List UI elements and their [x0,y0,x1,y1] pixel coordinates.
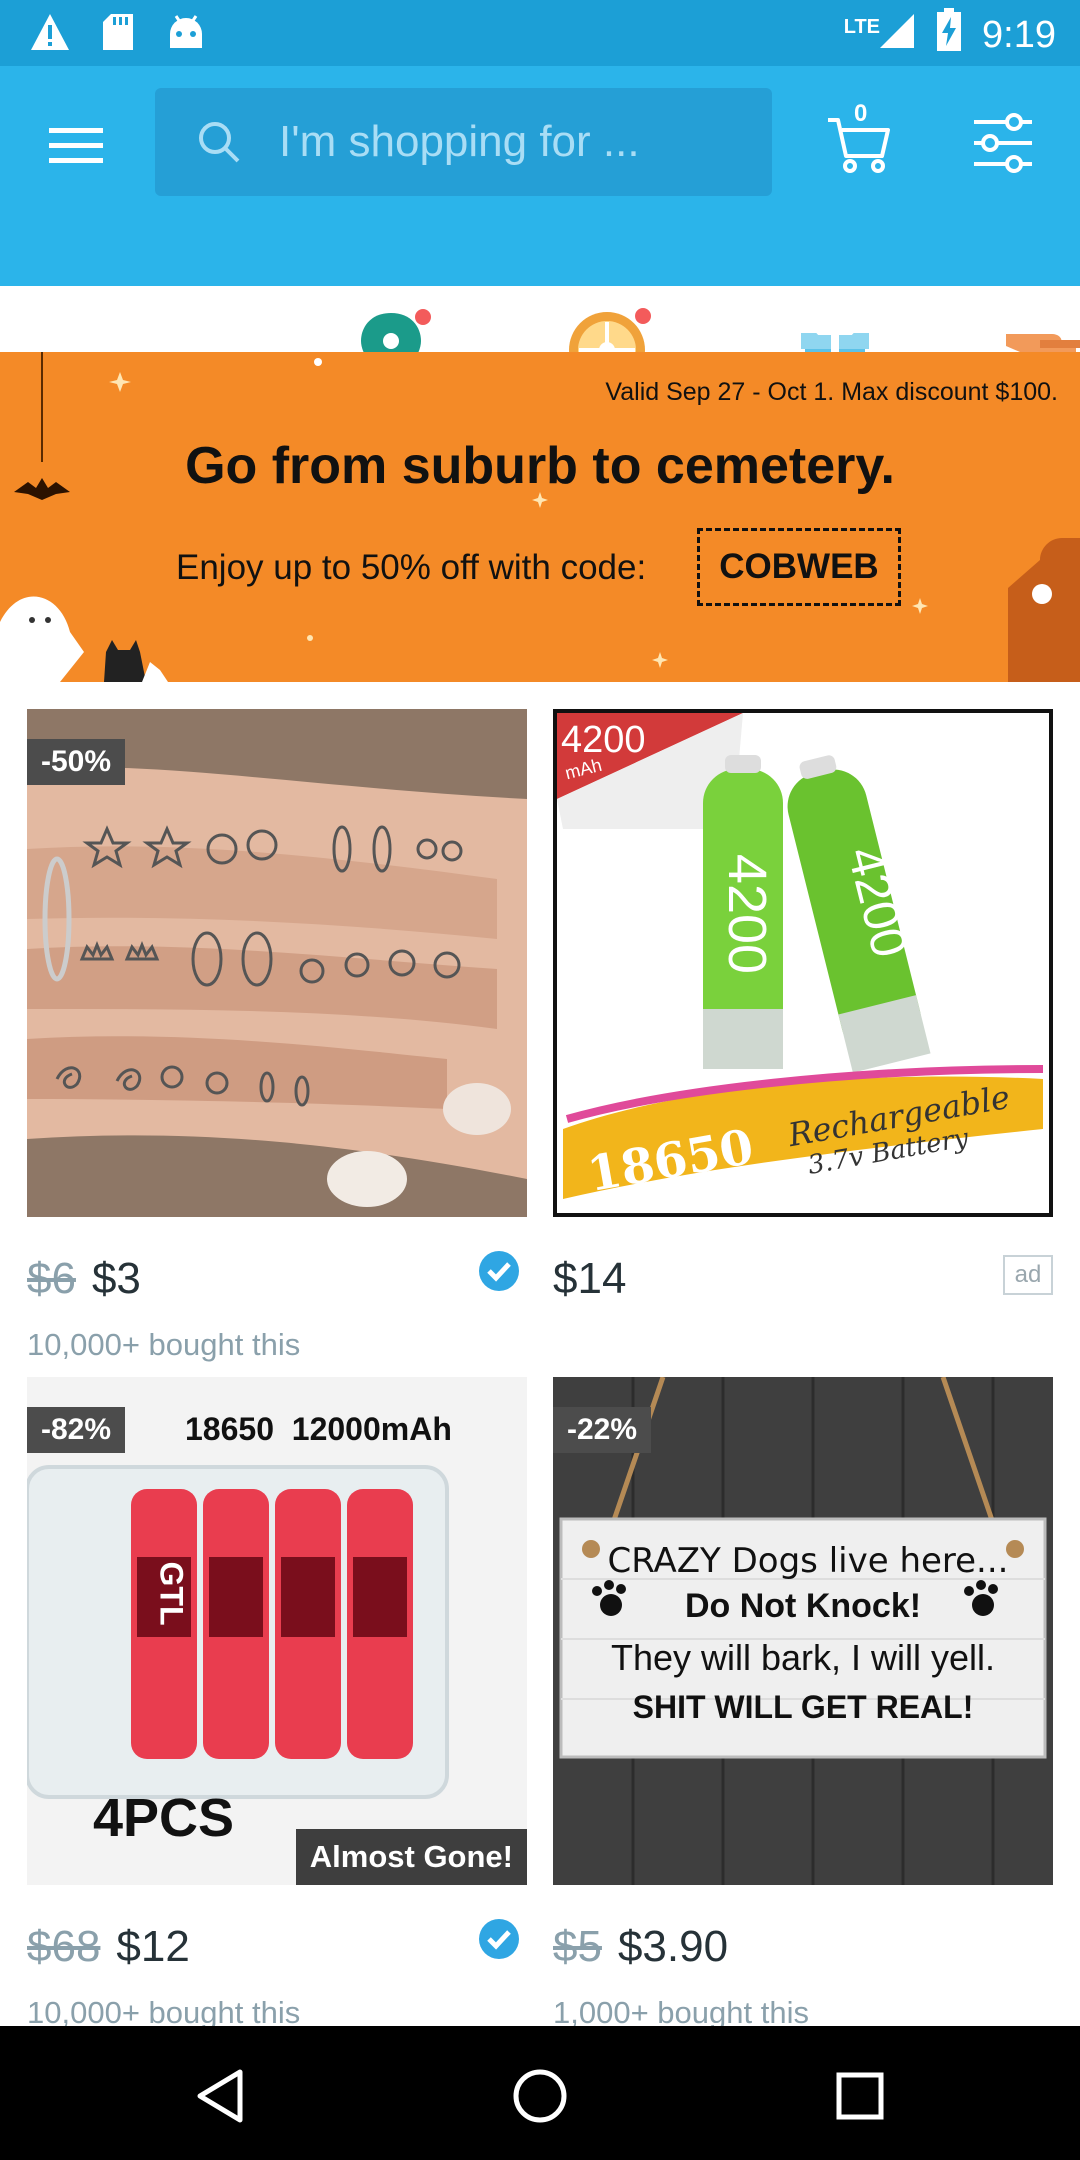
back-icon [197,2069,243,2123]
network-type: LTE [843,16,881,38]
sign-line: CRAZY Dogs live here... [607,1541,1009,1581]
capacity-corner: 4200 [561,719,646,761]
promo-valid-text: Valid Sep 27 - Oct 1. Max discount $100. [605,378,1058,406]
discount-badge: -22% [553,1407,652,1453]
product-image[interactable]: -50% [27,709,527,1217]
ad-badge: ad [1003,1255,1053,1295]
brand-label: GTL [153,1561,190,1626]
signal-icon [876,10,916,60]
search-icon [199,122,240,163]
warning-icon [28,10,72,54]
cart-button[interactable]: 0 [826,100,892,176]
clock: 9:19 [982,13,1056,56]
verified-badge-icon [479,1251,519,1291]
promo-subtext: Enjoy up to 50% off with code: [176,548,647,587]
sale-price: $12 [116,1922,190,1971]
recents-icon [836,2072,884,2120]
recents-button[interactable] [810,2046,910,2146]
sign-line: Do Not Knock! [684,1587,922,1625]
sale-price: $3.90 [617,1922,729,1971]
app-bar: I'm shopping for ... 0 Popular [0,66,1080,414]
search-placeholder: I'm shopping for ... [279,117,640,166]
almost-gone-badge: Almost Gone! [295,1829,527,1885]
android-icon [164,10,208,54]
promo-code[interactable]: COBWEB [697,528,901,606]
sign-line: SHIT WILL GET REAL! [632,1689,974,1725]
price-row: $68 $12 [27,1917,527,1977]
sale-price: $14 [553,1254,627,1303]
home-button[interactable] [490,2046,590,2146]
product-image[interactable]: -22% CRAZY Dogs live here... Do Not Knoc… [553,1377,1053,1885]
original-price: $68 [27,1922,101,1971]
menu-button[interactable] [40,110,112,182]
product-image[interactable]: 4200 mAh 4200 4200 18650 Rechargeable 3.… [553,709,1053,1217]
system-nav-bar [0,2026,1080,2160]
bought-count: 10,000+ bought this [27,1327,301,1362]
sale-price: $3 [91,1254,141,1303]
original-price: $5 [553,1922,602,1971]
cart-count: 0 [854,100,868,127]
filter-button[interactable] [970,110,1036,176]
price-row: $6 $3 [27,1249,527,1309]
discount-badge: -50% [27,739,126,785]
promo-banner[interactable]: Valid Sep 27 - Oct 1. Max discount $100.… [0,352,1080,682]
hamburger-icon [49,128,103,163]
sd-card-icon [96,10,140,54]
back-button[interactable] [170,2046,270,2146]
price-row: $5 $3.90 [553,1917,1053,1977]
product-image[interactable]: -82% 18650 12000mAh GTL 4PCS Almost Gone… [27,1377,527,1885]
search-input[interactable]: I'm shopping for ... [155,88,772,196]
image-title: 18650 12000mAh [185,1411,452,1447]
original-price: $6 [27,1254,76,1303]
sliders-icon [974,113,1032,173]
sign-line: They will bark, I will yell. [610,1637,996,1678]
verified-badge-icon [479,1919,519,1959]
pack-count: 4PCS [93,1788,235,1848]
home-icon [513,2069,567,2123]
promo-headline: Go from suburb to cemetery. [185,437,895,495]
status-bar: LTE 9:19 [0,0,1080,66]
price-row: $14 [553,1249,1053,1309]
cell-label: 4200 [717,853,778,975]
battery-charging-icon [936,8,962,62]
discount-badge: -82% [27,1407,126,1453]
